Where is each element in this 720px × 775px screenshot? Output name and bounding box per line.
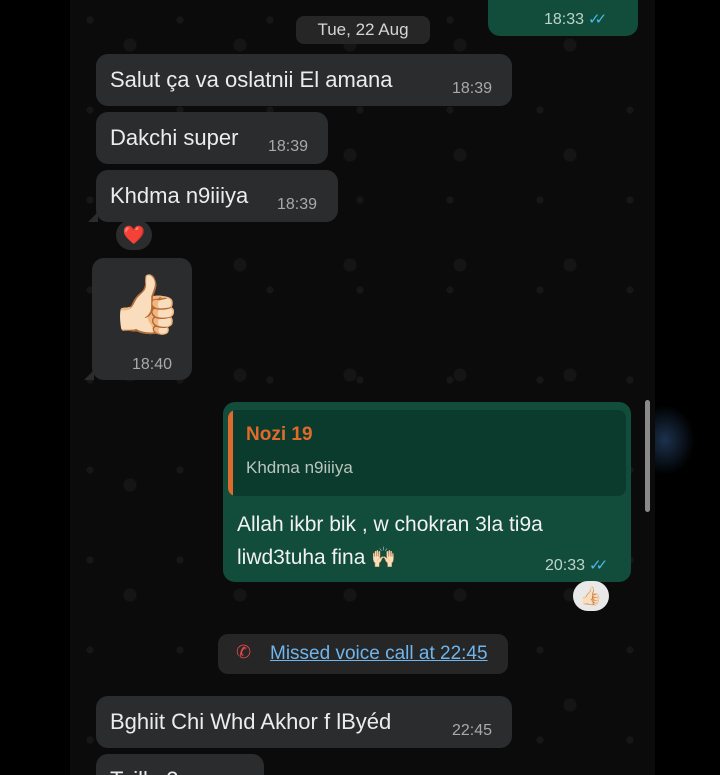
message-time: 18:39 [452,80,493,97]
message-text-line2: liwd3tuha fina [237,546,366,569]
message-text-line1: Allah ikbr bik , w chokran 3la ti9a [237,513,543,536]
thumbs-up-icon: 👍🏻 [579,586,603,606]
missed-call-link[interactable]: Missed voice call at 22:45 [270,643,488,665]
message-text: Salut ça va oslatnii El amana [110,67,393,92]
raised-hands-icon: 🙌🏻 [371,547,397,569]
incoming-sticker-message[interactable]: 👍🏻 18:40 [84,258,192,380]
missed-call-notice[interactable]: ✆ Missed voice call at 22:45 [218,634,508,674]
outgoing-reply-message[interactable]: Nozi 19 Khdma n9iiiya Allah ikbr bik , w… [223,402,631,582]
scrollbar-thumb[interactable] [645,400,650,512]
heart-reaction[interactable]: ❤️ [116,220,152,250]
read-ticks-icon: ✓✓ [588,11,607,28]
thumbs-up-icon: 👍🏻 [110,272,183,337]
message-time: 20:33 [545,557,586,574]
message-time: 18:40 [132,356,173,373]
read-ticks-icon: ✓✓ [589,557,608,574]
missed-call-icon: ✆ [236,642,252,662]
quoted-message[interactable]: Nozi 19 Khdma n9iiiya [228,410,626,496]
message-text: Taille 2 [110,767,178,775]
edge-glow [655,405,695,475]
chat-area[interactable]: 18:33 ✓✓ Tue, 22 Aug Salut ça va oslatnii… [70,0,655,775]
quoted-sender: Nozi 19 [246,424,313,445]
message-time: 22:45 [452,722,493,739]
heart-icon: ❤️ [122,225,146,245]
message-time: 18:39 [268,138,309,155]
message-text: Dakchi super [110,125,239,150]
message-text: Bghiit Chi Whd Akhor f lByéd [110,709,392,734]
message-time: 18:33 [544,11,585,28]
quote-accent-bar [228,410,233,496]
date-separator: Tue, 22 Aug [296,16,430,44]
incoming-message[interactable]: Salut ça va oslatnii El amana 18:39 [96,54,512,106]
incoming-message[interactable]: Dakchi super 18:39 [96,112,328,164]
outgoing-message-partial[interactable]: 18:33 ✓✓ [488,0,638,36]
message-time: 18:39 [277,196,318,213]
incoming-message[interactable]: Khdma n9iiiya 18:39 [88,170,338,222]
incoming-message-partial[interactable]: Taille 2 [96,754,264,775]
thumbs-up-reaction[interactable]: 👍🏻 [573,581,609,611]
incoming-message[interactable]: Bghiit Chi Whd Akhor f lByéd 22:45 [96,696,512,748]
message-text: Khdma n9iiiya [110,183,249,208]
quoted-text: Khdma n9iiiya [246,458,353,477]
